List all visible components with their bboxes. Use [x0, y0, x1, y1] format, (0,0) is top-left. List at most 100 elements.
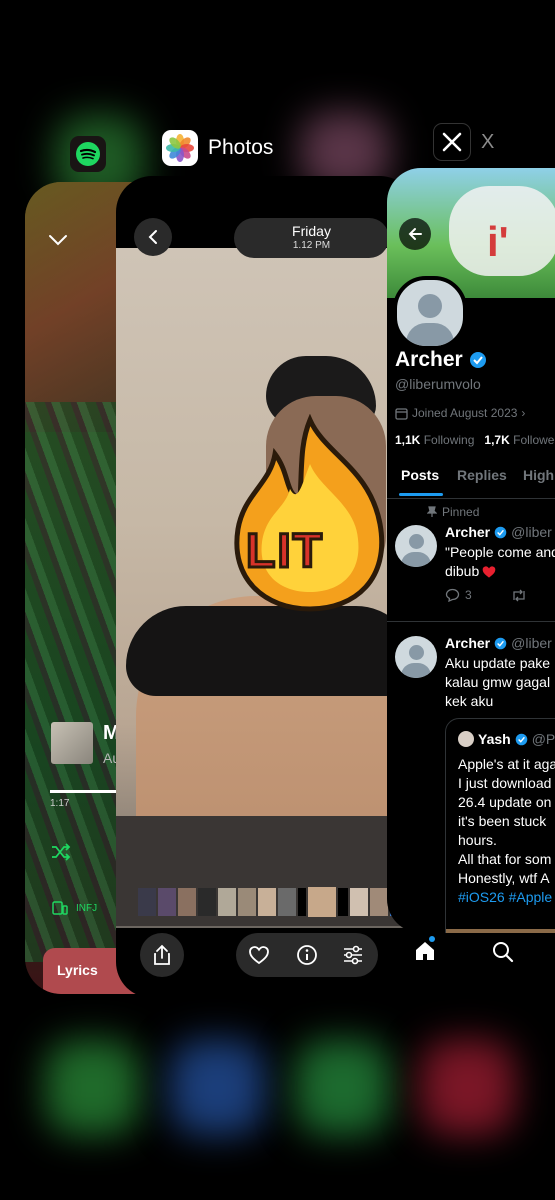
x-app-card[interactable]: i' Archer @liberumvolo Joined August 202… — [387, 168, 555, 933]
blurred-dock-app — [170, 1040, 265, 1135]
thumbnail[interactable] — [238, 888, 256, 916]
red-heart-icon — [482, 565, 496, 578]
tab-active-indicator — [399, 493, 443, 496]
followers-count: 1,7K — [484, 433, 510, 447]
thumbnail[interactable] — [370, 888, 388, 916]
avatar-body — [401, 663, 431, 678]
calendar-icon — [395, 407, 408, 420]
album-thumbnail — [51, 722, 93, 764]
connect-device-icon[interactable] — [52, 900, 68, 916]
thumbnail[interactable] — [158, 888, 176, 916]
post-avatar[interactable] — [395, 636, 437, 678]
thumbnail[interactable] — [178, 888, 196, 916]
comment-icon — [445, 588, 460, 602]
blurred-dock-app — [420, 1040, 515, 1135]
x-logo-icon — [433, 123, 471, 161]
photo-day: Friday — [292, 223, 331, 239]
thumbnail[interactable] — [258, 888, 276, 916]
x-app-label[interactable]: X — [433, 123, 494, 161]
quote-line: All that for som — [458, 851, 552, 867]
quote-author: Yash — [478, 731, 511, 747]
followers-label: Followe — [513, 433, 555, 447]
adjust-button[interactable] — [342, 945, 364, 965]
favorite-button[interactable] — [248, 945, 270, 965]
sticker-text: LIT — [245, 524, 324, 580]
quote-line: 26.4 update on — [458, 794, 552, 810]
repost-icon — [513, 589, 525, 602]
post-line: kalau gmw gagal — [445, 674, 551, 690]
post-line-with-emoji: dibub — [445, 562, 555, 581]
device-name: INFJ — [76, 903, 98, 914]
quote-hashtags[interactable]: #iOS26 #Apple — [458, 888, 555, 907]
tab-posts[interactable]: Posts — [401, 467, 439, 483]
share-icon — [154, 944, 170, 965]
chevron-right-icon: › — [521, 406, 526, 420]
tab-replies[interactable]: Replies — [457, 467, 507, 483]
post-line: kek aku — [445, 693, 494, 709]
shuffle-icon[interactable] — [50, 842, 72, 862]
post-header: Archer @liber — [445, 635, 552, 651]
profile-avatar[interactable] — [393, 276, 467, 350]
post-author: Archer — [445, 524, 491, 540]
photos-app-name: Photos — [208, 136, 274, 159]
home-tab[interactable] — [414, 936, 436, 962]
quote-avatar — [458, 731, 474, 747]
photo-dark-garment — [126, 606, 416, 696]
thumbnail[interactable] — [138, 888, 156, 916]
thumbnail-current[interactable] — [308, 887, 336, 917]
spotify-app-label[interactable] — [70, 136, 106, 172]
photos-app-label[interactable]: Photos — [162, 130, 273, 166]
quote-line: Apple's at it aga — [458, 756, 555, 772]
arrow-left-icon — [408, 228, 422, 240]
fire-sticker-icon — [230, 414, 390, 614]
quoted-post[interactable]: Yash @P Apple's at it aga I just downloa… — [445, 718, 555, 933]
spotify-icon — [70, 136, 106, 172]
sliders-icon — [344, 945, 362, 965]
blurred-dock-app — [45, 1040, 140, 1135]
repost-button[interactable] — [511, 589, 527, 602]
post-line: "People come and — [445, 544, 555, 560]
thumbnail[interactable] — [338, 888, 348, 916]
verified-badge-icon — [494, 526, 507, 538]
quote-line: Honestly, wtf A — [458, 870, 550, 886]
reply-button[interactable]: 3 — [445, 588, 472, 602]
thumbnail[interactable] — [350, 888, 368, 916]
photos-app-card[interactable]: LIT Friday 1.12 PM — [116, 176, 416, 998]
quote-line: I just download — [458, 775, 552, 791]
avatar-body — [401, 552, 431, 567]
quote-header: Yash @P — [458, 731, 555, 747]
thumbnail[interactable] — [298, 888, 306, 916]
chevron-left-icon — [148, 230, 157, 244]
info-button[interactable] — [296, 944, 318, 966]
search-tab[interactable] — [492, 941, 514, 963]
profile-name: Archer — [395, 348, 487, 372]
thumbnail-strip[interactable] — [138, 887, 416, 918]
joined-date: Joined August 2023 › — [395, 406, 525, 420]
profile-handle: @liberumvolo — [395, 376, 481, 392]
follow-stats[interactable]: 1,1K Following 1,7K Followe — [395, 433, 554, 447]
following-count: 1,1K — [395, 433, 421, 447]
date-pill: Friday 1.12 PM — [234, 218, 389, 258]
quote-handle: @P — [531, 731, 555, 747]
thumbnail[interactable] — [198, 888, 216, 916]
post-divider — [387, 621, 555, 622]
x-app-name: X — [481, 130, 495, 153]
pinned-indicator: Pinned — [427, 505, 479, 519]
post-handle: @liber — [511, 635, 552, 651]
post-line: Aku update pake — [445, 655, 551, 671]
heart-icon — [249, 946, 269, 965]
chevron-down-icon[interactable] — [47, 232, 69, 248]
post-avatar[interactable] — [395, 525, 437, 567]
back-button[interactable] — [399, 218, 431, 250]
back-button[interactable] — [134, 218, 172, 256]
pin-icon — [427, 506, 437, 517]
thumbnail[interactable] — [278, 888, 296, 916]
tab-highlights[interactable]: High — [523, 467, 554, 483]
time-elapsed: 1:17 — [50, 798, 70, 809]
verified-badge-icon — [494, 637, 507, 649]
verified-badge-icon — [515, 733, 527, 745]
following-label: Following — [423, 433, 475, 447]
thumbnail[interactable] — [218, 888, 236, 916]
post-header: Archer @liber — [445, 524, 552, 540]
share-button[interactable] — [140, 933, 184, 977]
